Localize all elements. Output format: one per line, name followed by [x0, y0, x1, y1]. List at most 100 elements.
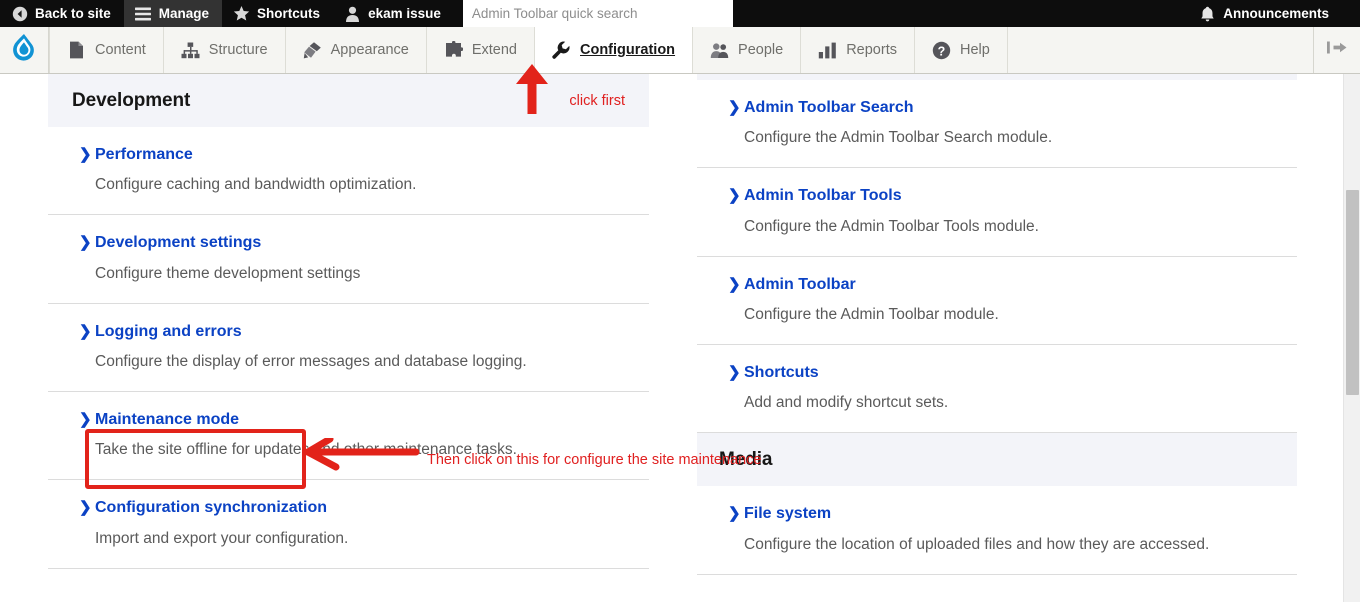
bar-chart-icon	[818, 41, 837, 60]
config-link[interactable]: ❯ File system	[697, 504, 1297, 523]
chevron-right-icon: ❯	[79, 410, 92, 428]
page-scrollbar-thumb[interactable]	[1346, 190, 1359, 395]
config-link[interactable]: ❯ Performance	[48, 145, 649, 164]
config-item-file-system: ❯ File system Configure the location of …	[697, 486, 1297, 575]
star-icon	[233, 5, 250, 22]
config-description: Configure the Admin Toolbar Search modul…	[744, 129, 1053, 147]
config-item-development-settings: ❯ Development settings Configure theme d…	[48, 215, 649, 304]
admin-toolbar: Back to site Manage Shortcuts ekam issue	[0, 0, 1360, 27]
admin-bar-item-manage[interactable]: Manage	[123, 0, 223, 27]
config-item-maintenance-mode: ❯ Maintenance mode Take the site offline…	[48, 392, 649, 481]
config-link-label: Maintenance mode	[95, 410, 240, 428]
admin-bar-item-user-account[interactable]: ekam issue	[333, 0, 454, 27]
tab-label: Configuration	[580, 42, 676, 58]
annotation-click-first: click first	[569, 93, 625, 109]
drupal-logo-link[interactable]	[0, 27, 49, 73]
config-description: Configure caching and bandwidth optimiza…	[95, 176, 417, 194]
config-link[interactable]: ❯ Logging and errors	[48, 322, 649, 341]
svg-text:?: ?	[938, 44, 946, 58]
config-link[interactable]: ❯ Admin Toolbar Search	[697, 98, 1297, 117]
left-column: Development click first ❯ Performance Co…	[0, 74, 697, 575]
admin-bar-label: Back to site	[35, 6, 111, 21]
tab-reports[interactable]: Reports	[801, 27, 915, 73]
chevron-right-icon: ❯	[79, 322, 92, 340]
config-description: Import and export your configuration.	[95, 529, 349, 547]
admin-bar-item-back-to-site[interactable]: Back to site	[0, 0, 124, 27]
config-link[interactable]: ❯ Admin Toolbar	[697, 275, 1297, 294]
config-description: Configure the Admin Toolbar module.	[744, 305, 999, 323]
config-description: Take the site offline for updates and ot…	[95, 441, 517, 459]
config-item-performance: ❯ Performance Configure caching and band…	[48, 127, 649, 216]
config-item-configuration-synchronization: ❯ Configuration synchronization Import a…	[48, 480, 649, 569]
toolbar-orientation-toggle[interactable]	[1313, 27, 1360, 73]
config-description: Configure the display of error messages …	[95, 352, 527, 370]
back-arrow-circle-icon	[11, 5, 28, 22]
admin-bar-right-group: Announcements	[1188, 0, 1360, 27]
panel-header-development: Development click first	[48, 74, 649, 127]
manage-tabs: Content Structure Appearance Extend Conf…	[49, 27, 1008, 73]
hamburger-menu-icon	[135, 5, 152, 22]
config-link-label: Development settings	[95, 234, 262, 252]
tab-structure[interactable]: Structure	[164, 27, 286, 73]
tab-label: Content	[95, 42, 146, 58]
tab-label: Structure	[208, 42, 268, 58]
admin-bar-item-announcements[interactable]: Announcements	[1188, 0, 1342, 27]
panel-media: Media ❯ File system Configure the locati…	[697, 433, 1297, 575]
admin-search-container	[454, 0, 733, 27]
puzzle-piece-icon	[444, 41, 463, 60]
tab-label: People	[738, 42, 784, 58]
wrench-icon	[552, 41, 571, 60]
chevron-right-icon: ❯	[728, 187, 741, 205]
config-item-admin-toolbar-tools: ❯ Admin Toolbar Tools Configure the Admi…	[697, 168, 1297, 257]
config-link-label: Performance	[95, 146, 193, 163]
admin-bar-label: ekam issue	[368, 6, 441, 21]
sitemap-icon	[181, 41, 200, 60]
page-scrollbar-track[interactable]	[1343, 74, 1360, 602]
config-link-label: Shortcuts	[744, 363, 819, 381]
document-icon	[67, 41, 86, 60]
tab-label: Help	[959, 42, 990, 58]
config-link-label: File system	[744, 505, 832, 523]
configuration-page: Development click first ❯ Performance Co…	[0, 74, 1343, 602]
admin-bar-item-shortcuts[interactable]: Shortcuts	[222, 0, 333, 27]
config-item-logging-and-errors: ❯ Logging and errors Configure the displ…	[48, 304, 649, 392]
config-link-label: Admin Toolbar Tools	[744, 187, 902, 205]
config-link[interactable]: ❯ Shortcuts	[697, 363, 1297, 382]
chevron-right-icon: ❯	[79, 499, 92, 517]
config-description: Configure the location of uploaded files…	[744, 535, 1210, 553]
question-circle-icon: ?	[932, 41, 951, 60]
config-link[interactable]: ❯ Configuration synchronization	[48, 498, 649, 517]
people-icon	[710, 41, 729, 60]
panel-admin-toolbar: ❯ Admin Toolbar Search Configure the Adm…	[697, 80, 1297, 434]
tab-label: Extend	[471, 42, 517, 58]
tab-appearance[interactable]: Appearance	[286, 27, 427, 73]
config-link-label: Admin Toolbar	[744, 275, 856, 293]
tab-content[interactable]: Content	[49, 27, 164, 73]
tab-help[interactable]: ? Help	[915, 27, 1008, 73]
config-link[interactable]: ❯ Admin Toolbar Tools	[697, 186, 1297, 205]
tab-people[interactable]: People	[693, 27, 802, 73]
admin-bar-label: Manage	[158, 6, 210, 21]
panel-title: Development	[72, 90, 191, 111]
tab-extend[interactable]: Extend	[427, 27, 535, 73]
panel-title: Media	[719, 449, 773, 471]
config-item-shortcuts: ❯ Shortcuts Add and modify shortcut sets…	[697, 345, 1297, 434]
chevron-right-icon: ❯	[728, 99, 741, 116]
config-link-label: Admin Toolbar Search	[744, 99, 914, 116]
config-description: Add and modify shortcut sets.	[744, 394, 949, 412]
chevron-right-icon: ❯	[728, 363, 741, 381]
configuration-columns: Development click first ❯ Performance Co…	[0, 74, 1343, 575]
right-column: ❯ Admin Toolbar Search Configure the Adm…	[697, 74, 1343, 575]
drupal-droplet-logo	[11, 33, 37, 68]
tab-label: Reports	[846, 42, 897, 58]
config-link[interactable]: ❯ Maintenance mode	[48, 410, 649, 429]
tab-configuration[interactable]: Configuration	[535, 27, 694, 73]
manage-toolbar: Content Structure Appearance Extend Conf…	[0, 27, 1360, 74]
admin-toolbar-search-input[interactable]	[462, 0, 733, 27]
panel-header-media: Media	[697, 433, 1297, 487]
config-link[interactable]: ❯ Development settings	[48, 233, 649, 252]
config-link-label: Logging and errors	[95, 322, 242, 340]
panel-development: Development click first ❯ Performance Co…	[48, 74, 649, 569]
admin-bar-label: Announcements	[1223, 6, 1329, 21]
chevron-right-icon: ❯	[79, 146, 92, 163]
